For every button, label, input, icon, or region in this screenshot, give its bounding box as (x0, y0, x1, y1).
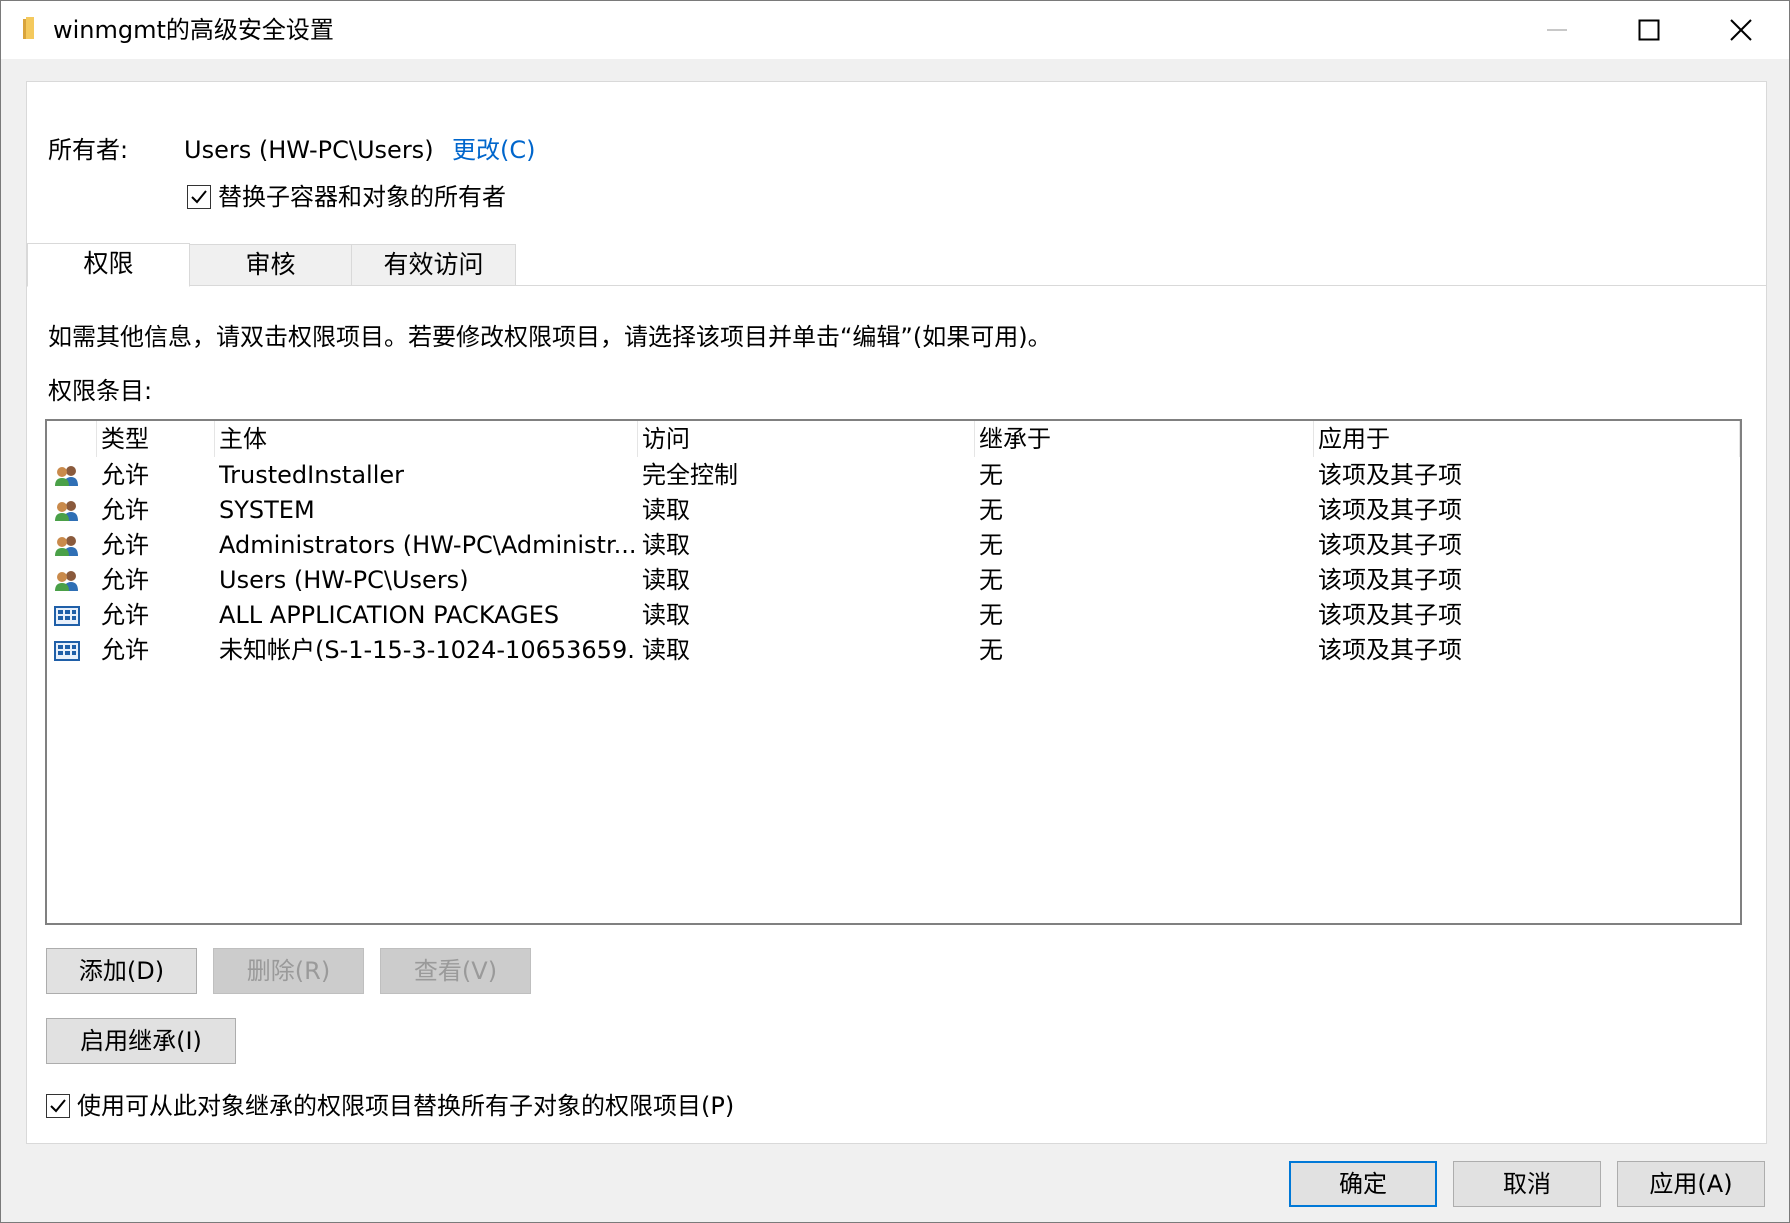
cell-inherited-from: 无 (979, 636, 1003, 664)
security-settings-window: winmgmt的高级安全设置 所有者: Users (HW-PC\Users) … (0, 0, 1790, 1223)
folder-icon (23, 17, 34, 39)
permission-entries-list[interactable]: 类型 主体 访问 继承于 应用于 允许 TrustedInstaller 完全控制无… (45, 419, 1742, 925)
tab-effective-access[interactable]: 有效访问 (351, 244, 516, 286)
list-header: 类型 主体 访问 继承于 应用于 (47, 421, 1740, 457)
cell-access: 读取 (642, 601, 690, 629)
column-header-applies-to[interactable]: 应用于 (1314, 421, 1740, 457)
window-title: winmgmt的高级安全设置 (53, 16, 334, 44)
cell-applies-to: 该项及其子项 (1318, 496, 1462, 524)
replace-child-permissions-row[interactable]: 使用可从此对象继承的权限项目替换所有子对象的权限项目(P) (46, 1091, 734, 1121)
add-button[interactable]: 添加(D) (46, 948, 197, 994)
cell-principal: 未知帐户(S-1-15-3-1024-10653659... (219, 636, 634, 664)
ok-button[interactable]: 确定 (1289, 1161, 1437, 1207)
close-button[interactable] (1695, 1, 1787, 59)
minimize-button[interactable] (1511, 1, 1603, 59)
enable-inheritance-button[interactable]: 启用继承(I) (46, 1018, 236, 1064)
replace-owner-label: 替换子容器和对象的所有者 (218, 183, 506, 211)
cell-applies-to: 该项及其子项 (1318, 566, 1462, 594)
minimize-icon (1547, 29, 1567, 31)
cell-access: 读取 (642, 496, 690, 524)
column-header-type[interactable]: 类型 (97, 421, 215, 457)
cell-inherited-from: 无 (979, 531, 1003, 559)
tab-permissions[interactable]: 权限 (27, 243, 190, 287)
cell-type: 允许 (101, 601, 149, 629)
user-group-icon (53, 569, 81, 593)
change-owner-link[interactable]: 更改(C) (452, 134, 535, 166)
cell-principal: ALL APPLICATION PACKAGES (219, 601, 560, 629)
table-row[interactable]: 允许 未知帐户(S-1-15-3-1024-10653659... 读取 无 该项及其子… (47, 633, 1740, 668)
user-group-icon (53, 464, 81, 488)
cell-principal: Users (HW-PC\Users) (219, 566, 469, 594)
close-icon (1730, 19, 1752, 41)
cell-applies-to: 该项及其子项 (1318, 461, 1462, 489)
tab-auditing[interactable]: 审核 (189, 244, 352, 286)
maximize-button[interactable] (1603, 1, 1695, 59)
table-row[interactable]: 允许 ALL APPLICATION PACKAGES 读取 无 该项及其子项 (47, 598, 1740, 633)
cell-type: 允许 (101, 461, 149, 489)
cancel-button[interactable]: 取消 (1453, 1161, 1601, 1207)
cell-inherited-from: 无 (979, 601, 1003, 629)
view-button[interactable]: 查看(V) (380, 948, 531, 994)
cell-type: 允许 (101, 566, 149, 594)
cell-type: 允许 (101, 496, 149, 524)
table-row[interactable]: 允许 SYSTEM 读取 无 该项及其子项 (47, 493, 1740, 528)
cell-applies-to: 该项及其子项 (1318, 531, 1462, 559)
cell-access: 读取 (642, 531, 690, 559)
cell-inherited-from: 无 (979, 566, 1003, 594)
column-header-principal[interactable]: 主体 (215, 421, 638, 457)
checkmark-icon (50, 1099, 66, 1113)
table-row[interactable]: 允许 TrustedInstaller 完全控制 无 该项及其子项 (47, 458, 1740, 493)
cell-applies-to: 该项及其子项 (1318, 601, 1462, 629)
owner-label: 所有者: (48, 136, 129, 164)
column-header-icon[interactable] (47, 421, 97, 457)
user-group-icon (53, 499, 81, 523)
replace-child-permissions-label: 使用可从此对象继承的权限项目替换所有子对象的权限项目(P) (77, 1092, 735, 1120)
cell-access: 读取 (642, 566, 690, 594)
maximize-icon (1638, 19, 1660, 41)
title-bar[interactable]: winmgmt的高级安全设置 (1, 1, 1789, 59)
table-row[interactable]: 允许 Administrators (HW-PC\Administr... 读取 无 该… (47, 528, 1740, 563)
cell-type: 允许 (101, 531, 149, 559)
cell-principal: Administrators (HW-PC\Administr... (219, 531, 634, 559)
cell-inherited-from: 无 (979, 461, 1003, 489)
replace-owner-checkbox-row[interactable]: 替换子容器和对象的所有者 (187, 182, 506, 212)
cell-type: 允许 (101, 636, 149, 664)
table-row[interactable]: 允许 Users (HW-PC\Users) 读取 无 该项及其子项 (47, 563, 1740, 598)
cell-principal: SYSTEM (219, 496, 315, 524)
cell-principal: TrustedInstaller (219, 461, 405, 489)
column-header-inherited-from[interactable]: 继承于 (975, 421, 1314, 457)
info-text: 如需其他信息，请双击权限项目。若要修改权限项目，请选择该项目并单击“编辑”(如果… (48, 323, 1052, 351)
remove-button[interactable]: 删除(R) (213, 948, 364, 994)
permission-entries-label: 权限条目: (48, 377, 153, 405)
owner-value: Users (HW-PC\Users) (184, 136, 434, 164)
cell-access: 完全控制 (642, 461, 738, 489)
cell-inherited-from: 无 (979, 496, 1003, 524)
replace-owner-checkbox[interactable] (187, 185, 211, 209)
user-group-icon (53, 534, 81, 558)
app-packages-icon (53, 604, 81, 628)
replace-child-permissions-checkbox[interactable] (46, 1094, 70, 1118)
column-header-access[interactable]: 访问 (638, 421, 975, 457)
cell-access: 读取 (642, 636, 690, 664)
cell-applies-to: 该项及其子项 (1318, 636, 1462, 664)
checkmark-icon (191, 190, 207, 204)
app-packages-icon (53, 639, 81, 663)
apply-button[interactable]: 应用(A) (1617, 1161, 1765, 1207)
